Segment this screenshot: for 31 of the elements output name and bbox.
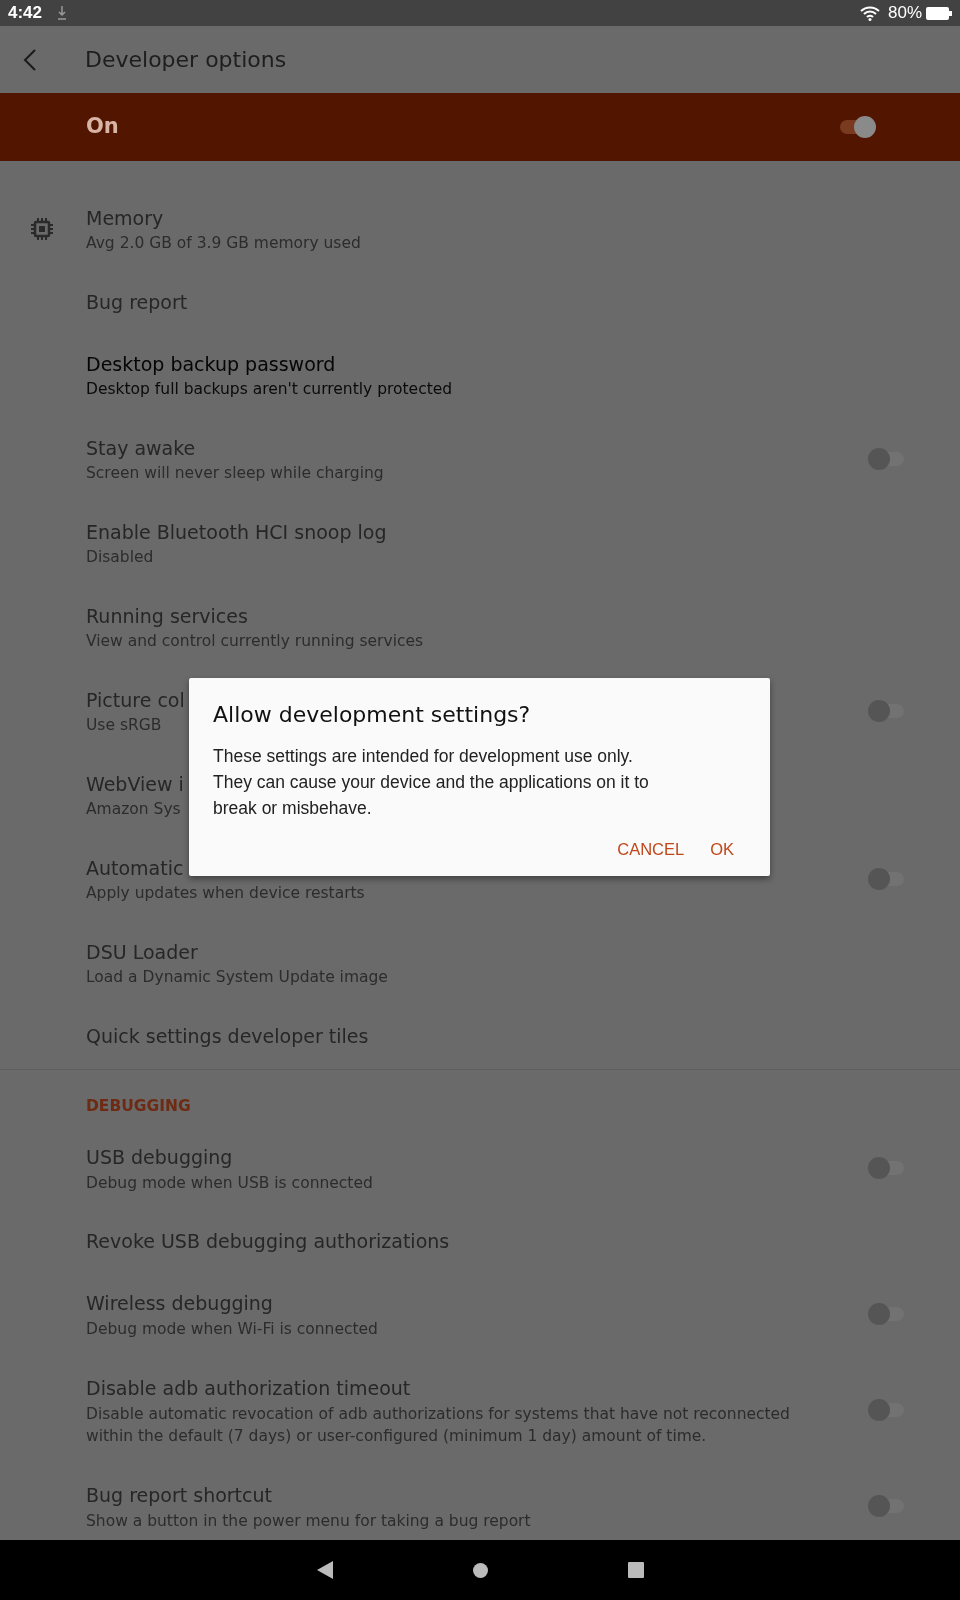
row-title[interactable]: Desktop backup password: [86, 349, 336, 379]
battery-percent: 80%: [887, 2, 922, 25]
row-subtitle: Disable automatic revocation of adb authorizations for systems that have not reconnected within the default (7 days) or user-configured (minimum 1 day) amount of time.: [86, 1403, 791, 1447]
chip-icon: [30, 217, 54, 241]
row-subtitle: Apply updates when device restarts: [86, 883, 365, 905]
master-switch-bar[interactable]: On: [0, 93, 960, 161]
cancel-button[interactable]: CANCEL: [605, 831, 697, 868]
row-subtitle: Debug mode when Wi-Fi is connected: [86, 1318, 378, 1340]
row-subtitle: Disabled: [86, 547, 154, 569]
wifi-icon: [859, 5, 880, 21]
row-subtitle: View and control currently running services: [86, 631, 424, 653]
section-header: DEBUGGING: [86, 1097, 191, 1115]
back-icon[interactable]: [316, 1561, 333, 1579]
dialog-title: Allow development settings?: [213, 701, 532, 729]
page-title: Developer options: [85, 46, 287, 74]
row-subtitle: Debug mode when USB is connected: [86, 1172, 373, 1194]
battery-icon: [926, 6, 952, 20]
recents-icon[interactable]: [627, 1562, 644, 1578]
home-icon[interactable]: [472, 1562, 488, 1578]
ok-button[interactable]: OK: [698, 831, 746, 868]
toggle-switch[interactable]: [838, 116, 876, 138]
row-subtitle: Show a button in the power menu for taking a bug report: [86, 1510, 531, 1532]
row-subtitle: Desktop full backups aren't currently protected: [86, 379, 453, 401]
download-icon: [58, 6, 67, 20]
status-time: 4:42: [8, 2, 43, 25]
row-subtitle: Screen will never sleep while charging: [86, 463, 384, 485]
dialog-message: These settings are intended for development use only. They can cause your device and the applications on it to break or misbehave.: [213, 745, 650, 820]
row-subtitle: Use sRGB: [86, 715, 162, 737]
row-subtitle: Amazon Sys: [86, 799, 181, 821]
row-subtitle: Load a Dynamic System Update image: [86, 967, 388, 989]
row-subtitle: Avg 2.0 GB of 3.9 GB memory used: [86, 233, 361, 255]
